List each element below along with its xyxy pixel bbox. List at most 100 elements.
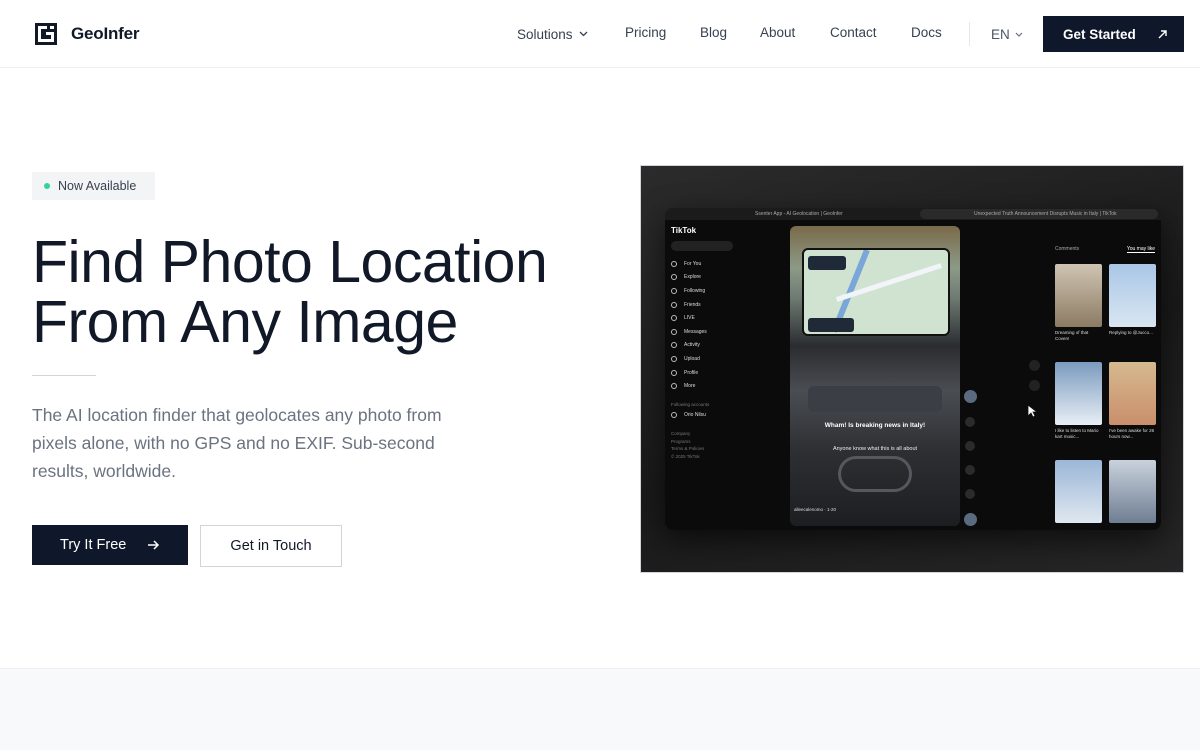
- tiktok-search-box: [671, 241, 733, 251]
- thumbnail-caption: Dreaming of that Coven!: [1055, 330, 1089, 341]
- brand-logo-link[interactable]: GeoInfer: [35, 22, 140, 46]
- chevron-down-icon: [1015, 25, 1023, 40]
- thumbnail: [1109, 264, 1156, 327]
- footer-link: © 2025 TikTok: [671, 453, 700, 459]
- tiktok-sidebar: TikTok For You Explore Following Friends…: [671, 226, 739, 526]
- side-panel: Comments You may like Dreaming of that C…: [1051, 226, 1159, 530]
- footer-link: Programs: [671, 438, 691, 444]
- top-navigation: GeoInfer Solutions Pricing Blog About Co…: [0, 0, 1200, 68]
- sidebar-item-label: LIVE: [684, 315, 695, 322]
- heart-icon: [965, 417, 975, 427]
- nav-docs[interactable]: Docs: [911, 25, 942, 40]
- arrow-up-right-icon: [1157, 28, 1168, 43]
- sidebar-item-label: Explore: [684, 274, 701, 281]
- bookmark-icon: [965, 465, 975, 475]
- nav-solutions[interactable]: Solutions: [517, 25, 588, 42]
- next-section: [0, 668, 1200, 750]
- following-label: Following accounts: [671, 401, 710, 407]
- avatar: [671, 412, 677, 419]
- share-icon: [965, 489, 975, 499]
- tiktok-logo: TikTok: [671, 226, 697, 235]
- brand-name: GeoInfer: [71, 24, 140, 43]
- comment-icon: [965, 441, 975, 451]
- sidebar-item: LIVE: [671, 311, 739, 325]
- thumbnail: [1055, 264, 1102, 327]
- language-selector[interactable]: EN: [991, 25, 1023, 42]
- video-nav-arrows: [1029, 360, 1040, 400]
- video-actions: [963, 390, 977, 530]
- video-player: Wham! Is breaking news in Italy! Anyone …: [790, 226, 960, 526]
- map-info-box: [808, 256, 846, 270]
- browser-window: Ssenter App - AI Geolocation | GeoInfer …: [665, 208, 1161, 530]
- nav-contact[interactable]: Contact: [830, 25, 877, 40]
- panel-tabs: Comments You may like: [1051, 226, 1159, 253]
- sidebar-item: Messages: [671, 325, 739, 339]
- tab-you-may-like: You may like: [1126, 246, 1155, 253]
- video-author: alleecalenomo · 1-20: [794, 507, 837, 512]
- sidebar-icon: [671, 328, 677, 335]
- following-user-name: Orio Nilsu: [684, 412, 706, 419]
- sidebar-item-label: Profile: [684, 369, 699, 376]
- thumbnail: [1109, 460, 1156, 523]
- arrow-right-icon: [147, 539, 160, 555]
- chevron-down-icon: [1029, 380, 1040, 391]
- car-dashboard: [808, 386, 942, 412]
- status-dot-icon: [44, 183, 50, 189]
- status-badge-text: Now Available: [58, 179, 137, 193]
- sidebar-icon: [671, 301, 677, 308]
- sidebar-icon: [671, 274, 677, 281]
- get-started-button[interactable]: Get Started: [1043, 16, 1184, 52]
- car-console: [838, 456, 912, 492]
- chevron-up-icon: [1029, 360, 1040, 371]
- car-navigation-screen: [802, 248, 950, 336]
- sidebar-item: Following: [671, 284, 739, 298]
- hero-title-line-2: From Any Image: [32, 289, 458, 355]
- hero-divider: [32, 375, 96, 376]
- sidebar-item-label: Messages: [684, 328, 707, 335]
- thumbnail: [1055, 362, 1102, 425]
- avatar: [963, 390, 977, 403]
- nav-blog[interactable]: Blog: [700, 25, 727, 40]
- video-caption-sub: Anyone know what this is all about: [832, 446, 918, 452]
- thumbnail-caption: Replying to @Jucco...: [1109, 330, 1153, 335]
- following-user: Orio Nilsu: [671, 408, 739, 422]
- tab-comments: Comments: [1055, 246, 1080, 252]
- sidebar-item: Upload: [671, 352, 739, 366]
- mouse-cursor-icon: [1027, 404, 1039, 423]
- chevron-down-icon: [579, 25, 588, 40]
- try-it-free-button[interactable]: Try It Free: [32, 525, 188, 565]
- footer-link: Terms & Policies: [671, 446, 705, 452]
- thumbnail-caption: I like to listen to Mario kart music...: [1055, 428, 1099, 439]
- sidebar-icon: [671, 287, 677, 294]
- get-in-touch-button[interactable]: Get in Touch: [200, 525, 342, 567]
- sidebar-icon: [671, 315, 677, 322]
- sidebar-icon: [671, 369, 677, 376]
- hero-subtitle: The AI location finder that geolocates a…: [32, 405, 442, 481]
- get-started-label: Get Started: [1063, 26, 1136, 42]
- footer-link: Company: [671, 431, 691, 437]
- sidebar-icon: [671, 260, 677, 267]
- nav-pricing[interactable]: Pricing: [625, 25, 666, 40]
- thumbnail: [1055, 460, 1102, 523]
- video-caption: Wham! Is breaking news in Italy!: [824, 422, 926, 429]
- sidebar-item-label: Activity: [684, 342, 700, 349]
- sidebar-item: Profile: [671, 366, 739, 380]
- product-screenshot: Ssenter App - AI Geolocation | GeoInfer …: [640, 165, 1184, 573]
- status-badge: Now Available: [32, 172, 155, 200]
- thumbnail-caption: I've been awake for 26 hours now...: [1109, 428, 1155, 439]
- sidebar-icon: [671, 342, 677, 349]
- map-info-box: [808, 318, 854, 332]
- hero-title: Find Photo Location From Any Image: [32, 232, 612, 352]
- thumbnail: [1109, 362, 1156, 425]
- try-it-free-label: Try It Free: [60, 537, 127, 553]
- sidebar-item-label: Following: [684, 287, 706, 294]
- browser-tab-bar: Ssenter App - AI Geolocation | GeoInfer …: [665, 208, 1161, 220]
- language-label: EN: [991, 27, 1010, 42]
- sidebar-item: For You: [671, 257, 739, 271]
- sidebar-icon: [671, 383, 677, 390]
- sidebar-item: Explore: [671, 271, 739, 285]
- sidebar-item: More: [671, 379, 739, 393]
- nav-divider: [969, 22, 970, 46]
- nav-about[interactable]: About: [760, 25, 795, 40]
- sidebar-item-label: More: [684, 383, 696, 390]
